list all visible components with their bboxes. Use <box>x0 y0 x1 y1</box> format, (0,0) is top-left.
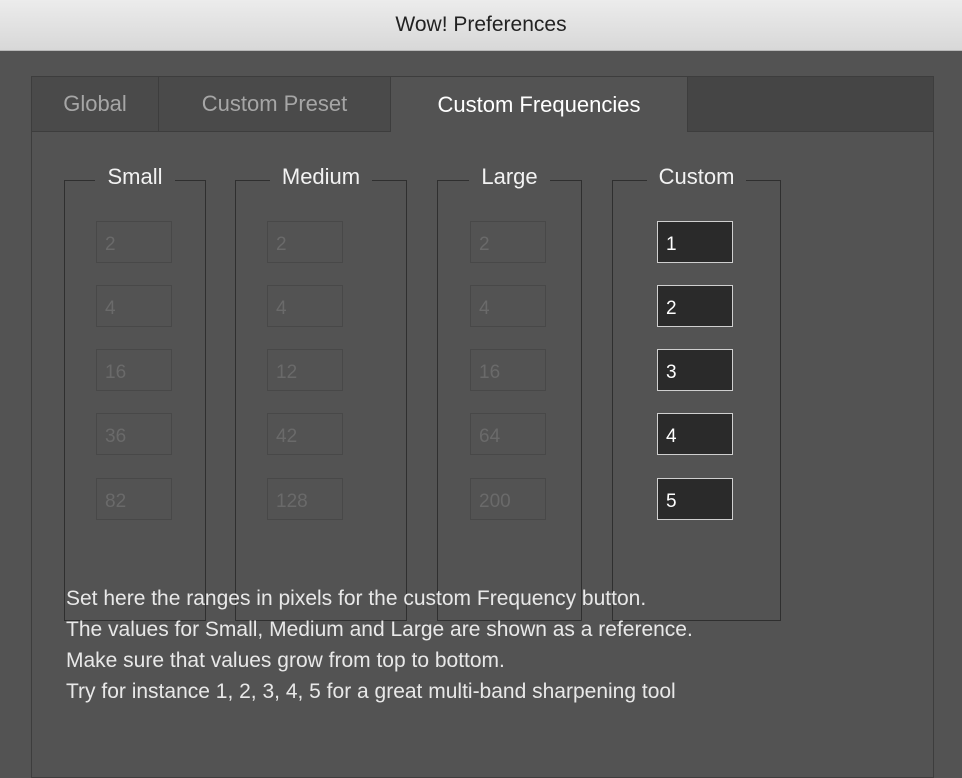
group-custom-label: Custom <box>646 164 747 189</box>
custom-field-1[interactable]: 1 <box>657 221 733 263</box>
large-field-4: 64 <box>470 413 546 455</box>
medium-field-1: 2 <box>267 221 343 263</box>
help-line-4: Try for instance 1, 2, 3, 4, 5 for a gre… <box>66 680 676 703</box>
tab-custom-preset[interactable]: Custom Preset <box>159 77 391 131</box>
custom-field-2[interactable]: 2 <box>657 285 733 327</box>
tab-custom-frequencies[interactable]: Custom Frequencies <box>391 77 688 132</box>
medium-field-3: 12 <box>267 349 343 391</box>
help-line-3: Make sure that values grow from top to b… <box>66 649 505 672</box>
small-field-2: 4 <box>96 285 172 327</box>
group-medium: Medium 2 4 12 42 128 <box>235 164 407 621</box>
large-field-2: 4 <box>470 285 546 327</box>
custom-field-3[interactable]: 3 <box>657 349 733 391</box>
medium-field-5: 128 <box>267 478 343 520</box>
title-bar: Wow! Preferences <box>0 0 962 51</box>
group-small-label: Small <box>95 164 175 189</box>
custom-field-4[interactable]: 4 <box>657 413 733 455</box>
large-field-3: 16 <box>470 349 546 391</box>
group-large-label: Large <box>469 164 550 189</box>
medium-field-2: 4 <box>267 285 343 327</box>
help-text: Set here the ranges in pixels for the cu… <box>66 583 693 707</box>
small-field-3: 16 <box>96 349 172 391</box>
large-field-1: 2 <box>470 221 546 263</box>
help-line-2: The values for Small, Medium and Large a… <box>66 618 693 641</box>
group-large: Large 2 4 16 64 200 <box>437 164 582 621</box>
group-medium-label: Medium <box>269 164 373 189</box>
medium-field-4: 42 <box>267 413 343 455</box>
small-field-5: 82 <box>96 478 172 520</box>
help-line-1: Set here the ranges in pixels for the cu… <box>66 587 647 610</box>
group-small: Small 2 4 16 36 82 <box>64 164 206 621</box>
large-field-5: 200 <box>470 478 546 520</box>
tab-bar: Global Custom Preset Custom Frequencies <box>32 77 933 132</box>
tab-global[interactable]: Global <box>32 77 159 131</box>
window-title: Wow! Preferences <box>395 13 567 36</box>
small-field-1: 2 <box>96 221 172 263</box>
small-field-4: 36 <box>96 413 172 455</box>
group-custom: Custom 1 2 3 4 5 <box>612 164 781 621</box>
custom-field-5[interactable]: 5 <box>657 478 733 520</box>
